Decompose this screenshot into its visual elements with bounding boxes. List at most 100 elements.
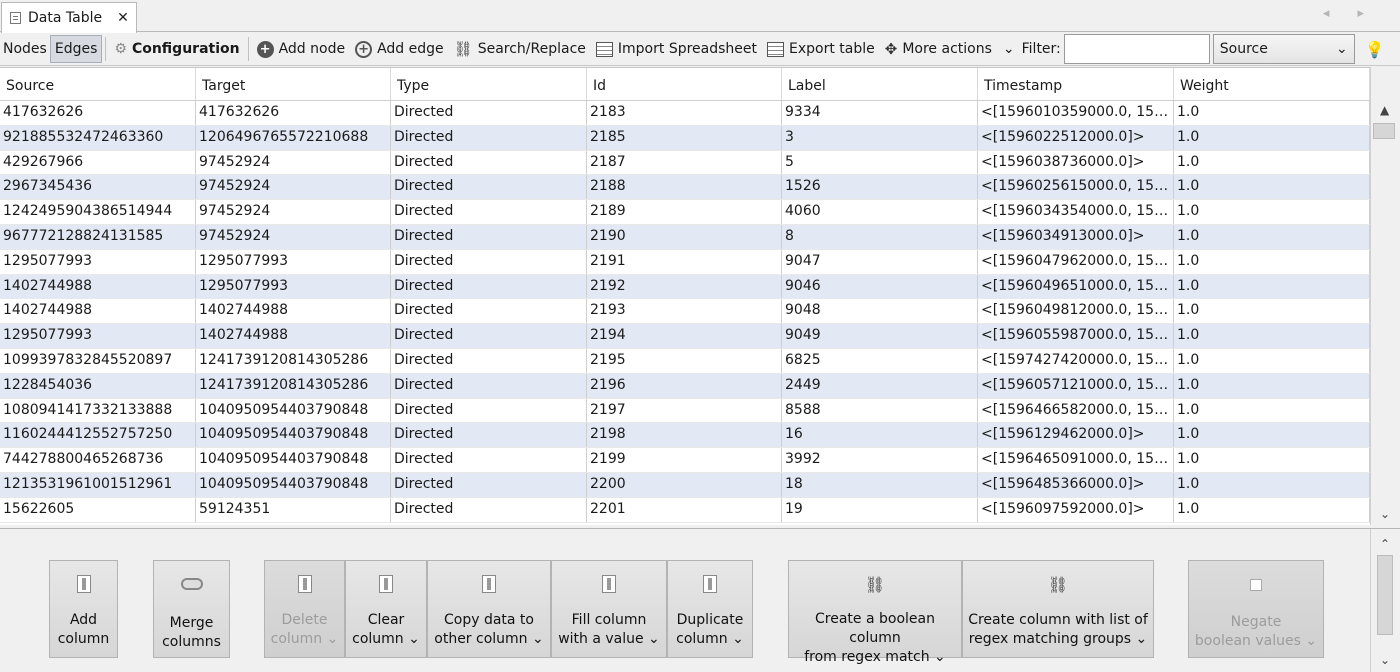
- cell-id[interactable]: 2188: [587, 175, 782, 200]
- cell-weight[interactable]: 1.0: [1174, 274, 1370, 299]
- manipulator-button-2[interactable]: Delete column ⌄: [264, 560, 345, 658]
- import-spreadsheet-button[interactable]: Import Spreadsheet: [591, 35, 762, 63]
- table-row[interactable]: 1402744988 1295077993 Directed 2192 9046 <[15…: [0, 274, 1370, 300]
- cell-label[interactable]: 5: [782, 150, 978, 175]
- export-table-button[interactable]: Export table: [762, 35, 880, 63]
- cell-type[interactable]: Directed: [391, 175, 587, 200]
- manipulator-button-6[interactable]: Duplicate column ⌄: [667, 560, 753, 658]
- filter-input[interactable]: [1063, 34, 1210, 64]
- scroll-thumb[interactable]: [1377, 555, 1393, 635]
- column-header-target[interactable]: Target: [196, 68, 391, 100]
- cell-weight[interactable]: 1.0: [1174, 373, 1370, 398]
- cell-source[interactable]: 1295077993: [0, 324, 196, 348]
- manipulator-button-5[interactable]: Fill column with a value ⌄: [551, 560, 667, 658]
- cell-source[interactable]: 744278800465268736: [0, 448, 196, 472]
- cell-weight[interactable]: 1.0: [1174, 101, 1370, 125]
- column-header-timestamp[interactable]: Timestamp: [978, 68, 1174, 100]
- cell-id[interactable]: 2187: [587, 150, 782, 175]
- cell-source[interactable]: 417632626: [0, 101, 196, 125]
- cell-timestamp[interactable]: <[1596025615000.0, 159…: [978, 175, 1174, 200]
- cell-id[interactable]: 2191: [587, 249, 782, 274]
- table-row[interactable]: 429267966 97452924 Directed 2187 5 <[15960387…: [0, 150, 1370, 176]
- table-row[interactable]: 15622605 59124351 Directed 2201 19 <[15960975…: [0, 497, 1370, 523]
- cell-type[interactable]: Directed: [391, 324, 587, 348]
- cell-source[interactable]: 1099397832845520897: [0, 348, 196, 373]
- cell-type[interactable]: Directed: [391, 497, 587, 522]
- cell-timestamp[interactable]: <[1596097592000.0]>: [978, 497, 1174, 522]
- cell-type[interactable]: Directed: [391, 448, 587, 472]
- table-row[interactable]: 417632626 417632626 Directed 2183 9334 <[1596…: [0, 101, 1370, 126]
- cell-target[interactable]: 1040950954403790848: [196, 448, 391, 472]
- cell-label[interactable]: 1526: [782, 175, 978, 200]
- table-row[interactable]: 967772128824131585 97452924 Directed 2190 8 <…: [0, 224, 1370, 250]
- cell-source[interactable]: 2967345436: [0, 175, 196, 200]
- scroll-thumb[interactable]: [1373, 123, 1395, 139]
- cell-timestamp[interactable]: <[1596465091000.0, 159…: [978, 448, 1174, 472]
- cell-id[interactable]: 2183: [587, 101, 782, 125]
- cell-id[interactable]: 2190: [587, 224, 782, 249]
- nodes-button[interactable]: Nodes: [0, 35, 50, 63]
- manipulator-button-3[interactable]: Clear column ⌄: [345, 560, 427, 658]
- cell-timestamp[interactable]: <[1596129462000.0]>: [978, 423, 1174, 448]
- table-row[interactable]: 921885532472463360 1206496765572210688 Dir…: [0, 125, 1370, 151]
- cell-timestamp[interactable]: <[1596055987000.0, 159…: [978, 324, 1174, 348]
- cell-weight[interactable]: 1.0: [1174, 448, 1370, 472]
- cell-target[interactable]: 1040950954403790848: [196, 398, 391, 423]
- add-edge-button[interactable]: + Add edge: [350, 35, 449, 63]
- table-row[interactable]: 1228454036 1241739120814305286 Directed 219…: [0, 373, 1370, 399]
- cell-id[interactable]: 2185: [587, 125, 782, 150]
- cell-type[interactable]: Directed: [391, 373, 587, 398]
- cell-label[interactable]: 4060: [782, 200, 978, 224]
- cell-weight[interactable]: 1.0: [1174, 472, 1370, 497]
- column-header-type[interactable]: Type: [391, 68, 587, 100]
- cell-weight[interactable]: 1.0: [1174, 200, 1370, 224]
- cell-weight[interactable]: 1.0: [1174, 398, 1370, 423]
- cell-id[interactable]: 2199: [587, 448, 782, 472]
- table-row[interactable]: 1295077993 1295077993 Directed 2191 9047 <[15…: [0, 249, 1370, 275]
- cell-target[interactable]: 1295077993: [196, 274, 391, 299]
- cell-target[interactable]: 97452924: [196, 200, 391, 224]
- cell-weight[interactable]: 1.0: [1174, 497, 1370, 522]
- cell-label[interactable]: 8588: [782, 398, 978, 423]
- table-scrollbar[interactable]: ▲ ⌄: [1370, 67, 1400, 525]
- column-header-weight[interactable]: Weight: [1174, 68, 1370, 100]
- cell-label[interactable]: 3: [782, 125, 978, 150]
- cell-id[interactable]: 2200: [587, 472, 782, 497]
- cell-timestamp[interactable]: <[1596049812000.0, 159…: [978, 299, 1174, 324]
- cell-weight[interactable]: 1.0: [1174, 175, 1370, 200]
- cell-source[interactable]: 1080941417332133888: [0, 398, 196, 423]
- cell-source[interactable]: 1402744988: [0, 299, 196, 324]
- manipulator-button-9[interactable]: Negate boolean values ⌄: [1188, 560, 1324, 658]
- cell-source[interactable]: 429267966: [0, 150, 196, 175]
- cell-label[interactable]: 6825: [782, 348, 978, 373]
- edges-button[interactable]: Edges: [49, 35, 103, 63]
- cell-source[interactable]: 15622605: [0, 497, 196, 522]
- cell-type[interactable]: Directed: [391, 125, 587, 150]
- cell-target[interactable]: 1295077993: [196, 249, 391, 274]
- scroll-up-icon[interactable]: ⌃: [1380, 537, 1390, 551]
- cell-timestamp[interactable]: <[1596034913000.0]>: [978, 224, 1174, 249]
- cell-timestamp[interactable]: <[1596485366000.0]>: [978, 472, 1174, 497]
- cell-timestamp[interactable]: <[1596010359000.0, 159…: [978, 101, 1174, 125]
- cell-weight[interactable]: 1.0: [1174, 299, 1370, 324]
- table-row[interactable]: 1242495904386514944 97452924 Directed 2189 4…: [0, 200, 1370, 225]
- cell-source[interactable]: 921885532472463360: [0, 125, 196, 150]
- cell-weight[interactable]: 1.0: [1174, 423, 1370, 448]
- table-row[interactable]: 1099397832845520897 1241739120814305286 Di…: [0, 348, 1370, 374]
- cell-target[interactable]: 1241739120814305286: [196, 348, 391, 373]
- cell-type[interactable]: Directed: [391, 274, 587, 299]
- cell-source[interactable]: 1295077993: [0, 249, 196, 274]
- cell-target[interactable]: 1402744988: [196, 299, 391, 324]
- cell-label[interactable]: 9048: [782, 299, 978, 324]
- cell-id[interactable]: 2189: [587, 200, 782, 224]
- scroll-down-icon[interactable]: ⌄: [1380, 507, 1390, 521]
- close-icon[interactable]: ✕: [117, 10, 129, 26]
- cell-type[interactable]: Directed: [391, 101, 587, 125]
- cell-id[interactable]: 2197: [587, 398, 782, 423]
- manipulator-button-4[interactable]: Copy data to other column ⌄: [427, 560, 551, 658]
- cell-target[interactable]: 59124351: [196, 497, 391, 522]
- cell-type[interactable]: Directed: [391, 200, 587, 224]
- cell-type[interactable]: Directed: [391, 348, 587, 373]
- cell-timestamp[interactable]: <[1596049651000.0, 159…: [978, 274, 1174, 299]
- table-row[interactable]: 1213531961001512961 1040950954403790848 Di…: [0, 472, 1370, 498]
